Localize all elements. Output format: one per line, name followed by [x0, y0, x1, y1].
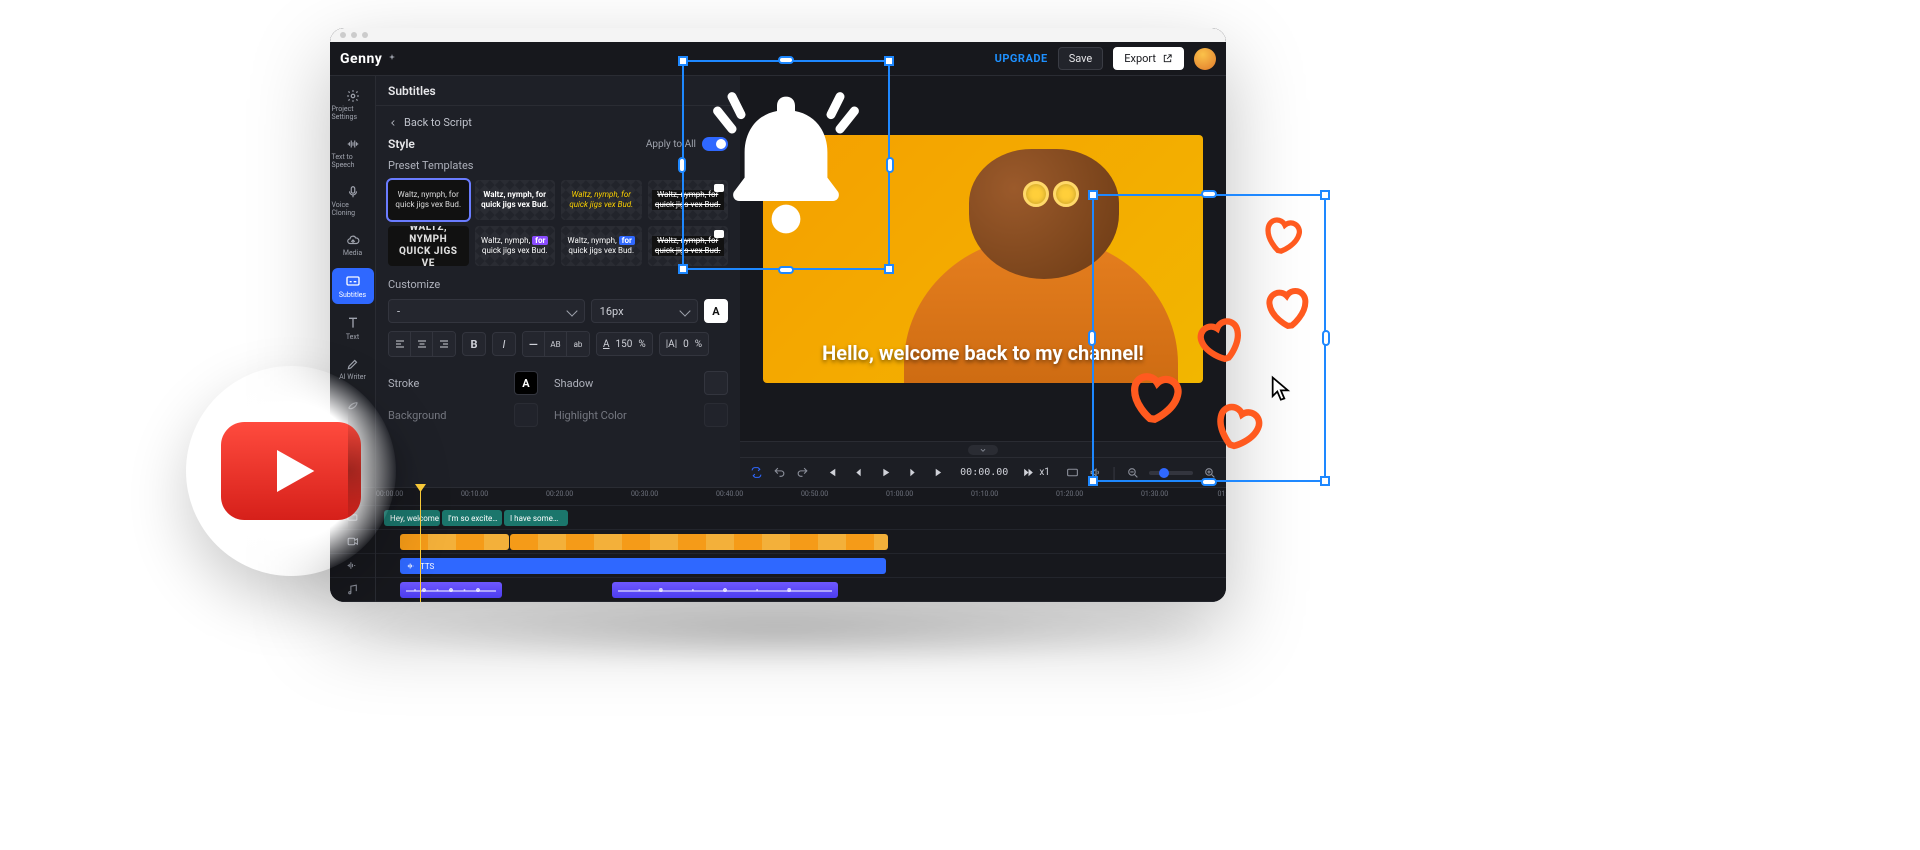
timecode: 00:00.00 — [960, 467, 1008, 478]
cursor-icon — [1268, 374, 1296, 402]
play-icon[interactable] — [879, 466, 892, 479]
back-to-script[interactable]: Back to Script — [388, 116, 728, 129]
tts-clip[interactable]: TTS — [400, 558, 886, 574]
time-ruler[interactable]: 00:00.00 00:10.00 00:20.00 00:30.00 00:4… — [376, 488, 1226, 506]
soundwave-icon — [406, 561, 416, 571]
audio-track[interactable] — [376, 578, 1226, 602]
presets-label: Preset Templates — [388, 159, 728, 172]
music-track-icon — [346, 583, 359, 596]
template-bold[interactable]: Waltz, nymph, for quick jigs vex Bud. — [475, 180, 556, 220]
youtube-icon — [221, 421, 361, 521]
bell-icon — [696, 75, 876, 255]
highlight-label: Highlight Color — [554, 409, 698, 422]
audio-clip[interactable] — [400, 582, 502, 598]
case-segment[interactable]: – AB ab — [522, 331, 590, 357]
export-button[interactable]: Export — [1113, 47, 1184, 70]
bg-color[interactable] — [514, 403, 538, 427]
align-right[interactable] — [433, 332, 455, 356]
user-avatar[interactable] — [1194, 48, 1216, 70]
mac-titlebar — [330, 28, 1226, 42]
video-track[interactable] — [376, 530, 1226, 554]
letter-spacing-box[interactable]: |A|0% — [659, 332, 709, 356]
style-heading: Style — [388, 137, 415, 151]
text-clip[interactable]: I have some… — [504, 510, 568, 526]
template-plain[interactable]: Waltz, nymph, for quick jigs vex Bud. — [388, 180, 469, 220]
text-color[interactable]: A — [704, 299, 728, 323]
bell-overlay-selection[interactable] — [682, 60, 890, 270]
hearts-overlay-selection[interactable] — [1092, 194, 1326, 482]
rail-text-to-speech[interactable]: Text to Speech — [332, 132, 374, 174]
mic-icon — [346, 185, 360, 199]
chevron-down-icon — [978, 445, 988, 455]
speed-selector[interactable]: x1 — [1022, 466, 1050, 479]
youtube-badge — [186, 366, 396, 576]
chevron-left-icon — [388, 118, 398, 128]
fit-icon[interactable] — [1066, 466, 1079, 479]
case-none[interactable]: – — [523, 332, 545, 356]
text-icon — [345, 315, 361, 331]
align-left[interactable] — [389, 332, 411, 356]
track-audio-header[interactable] — [330, 578, 375, 602]
shadow-color[interactable] — [704, 371, 728, 395]
skip-start-icon[interactable] — [825, 466, 838, 479]
rail-subtitles[interactable]: Subtitles — [332, 268, 374, 304]
line-height-box[interactable]: A150% — [596, 332, 653, 356]
case-lower[interactable]: ab — [567, 332, 589, 356]
stroke-color[interactable]: A — [514, 371, 538, 395]
rail-media[interactable]: Media — [332, 228, 374, 262]
text-clip[interactable]: I'm so excite… — [442, 510, 502, 526]
skip-end-icon[interactable] — [933, 466, 946, 479]
redo-icon[interactable] — [796, 466, 809, 479]
case-upper[interactable]: AB — [545, 332, 567, 356]
top-right-actions: UPGRADE Save Export — [995, 47, 1216, 70]
soundwave-icon — [346, 137, 360, 151]
sparkle-icon — [386, 53, 398, 65]
highlight-color[interactable] — [704, 403, 728, 427]
customize-label: Customize — [388, 278, 728, 291]
speech-track-icon — [346, 559, 359, 572]
app-logo: Genny — [340, 51, 398, 67]
video-clip[interactable] — [510, 534, 888, 550]
export-icon — [1162, 53, 1173, 64]
next-frame-icon[interactable] — [906, 466, 919, 479]
rail-project-settings[interactable]: Project Settings — [332, 84, 374, 126]
gear-icon — [346, 89, 360, 103]
template-hl-blue[interactable]: Waltz, nymph, for quick jigs vex Bud. — [561, 226, 642, 266]
template-yellow[interactable]: Waltz, nymph, for quick jigs vex Bud. — [561, 180, 642, 220]
align-center[interactable] — [411, 332, 433, 356]
tts-track[interactable]: TTS — [376, 554, 1226, 578]
video-clip[interactable] — [400, 534, 509, 550]
prev-frame-icon[interactable] — [852, 466, 865, 479]
template-upper[interactable]: WALTZ, NYMPH QUICK JIGS VE — [388, 226, 469, 266]
stroke-label: Stroke — [388, 377, 508, 390]
playhead[interactable] — [420, 488, 421, 602]
audio-clip[interactable] — [612, 582, 838, 598]
bold-button[interactable]: B — [462, 332, 486, 356]
font-family-select[interactable]: - — [388, 299, 585, 323]
cc-icon — [345, 273, 361, 289]
loop-icon[interactable] — [750, 466, 763, 479]
italic-button[interactable]: I — [492, 332, 516, 356]
upgrade-link[interactable]: UPGRADE — [995, 52, 1048, 65]
font-size-select[interactable]: 16px — [591, 299, 698, 323]
save-button[interactable]: Save — [1058, 47, 1104, 70]
undo-icon[interactable] — [773, 466, 786, 479]
rail-text[interactable]: Text — [332, 310, 374, 346]
fastforward-icon — [1022, 466, 1035, 479]
preset-templates: Waltz, nymph, for quick jigs vex Bud. Wa… — [388, 180, 728, 266]
template-hl-purple[interactable]: Waltz, nymph, for quick jigs vex Bud. — [475, 226, 556, 266]
shadow-label: Shadow — [554, 377, 698, 390]
timeline[interactable]: 00:00.00 00:10.00 00:20.00 00:30.00 00:4… — [330, 487, 1226, 602]
rail-voice-cloning[interactable]: Voice Cloning — [332, 180, 374, 222]
align-segment[interactable] — [388, 331, 456, 357]
text-track[interactable]: Hey, welcome I'm so excite… I have some… — [376, 506, 1226, 530]
pen-icon — [346, 357, 360, 371]
cloud-icon — [346, 233, 360, 247]
